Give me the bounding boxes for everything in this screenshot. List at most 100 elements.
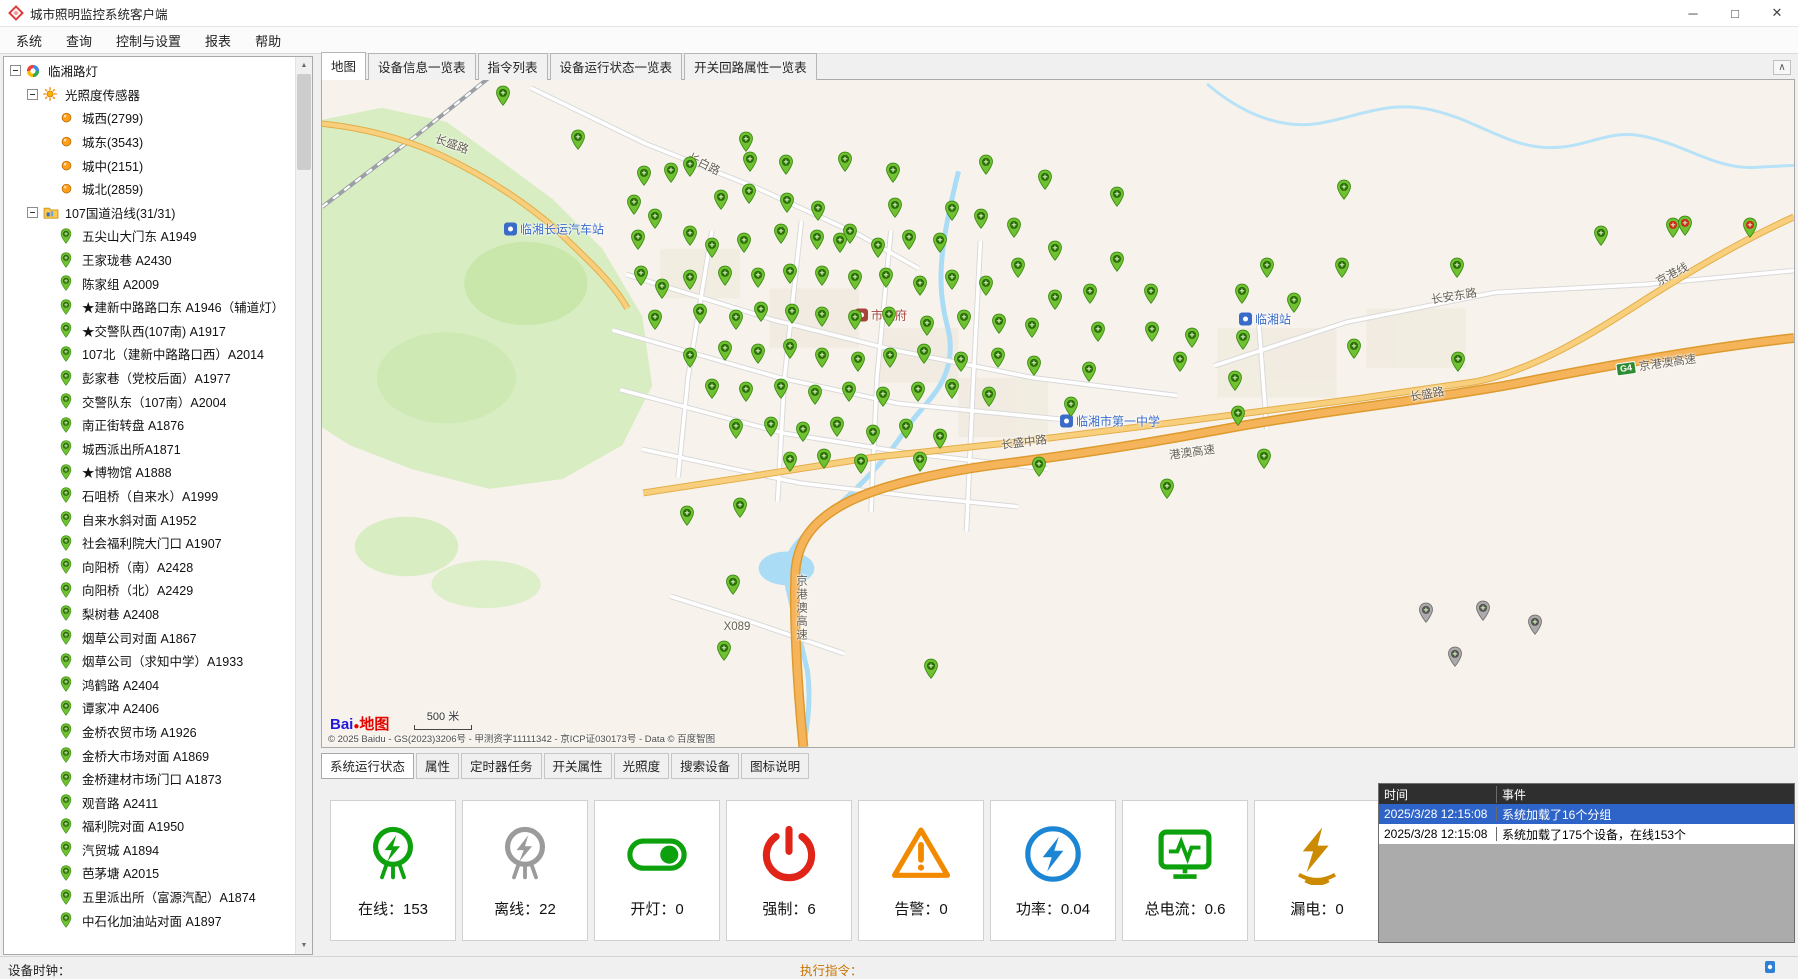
notification-icon[interactable]: [1764, 960, 1776, 974]
device-pin-green[interactable]: [1227, 370, 1243, 391]
device-pin-green[interactable]: [682, 226, 698, 247]
device-pin-green[interactable]: [682, 269, 698, 290]
tab-item[interactable]: 系统运行状态: [321, 753, 414, 779]
device-pin-green[interactable]: [753, 302, 769, 323]
device-pin-green[interactable]: [1090, 321, 1106, 342]
maximize-button[interactable]: □: [1714, 0, 1756, 26]
device-pin-green[interactable]: [990, 348, 1006, 369]
minimize-button[interactable]: ─: [1672, 0, 1714, 26]
device-pin-green[interactable]: [784, 304, 800, 325]
device-pin-green[interactable]: [795, 421, 811, 442]
device-pin-green[interactable]: [916, 344, 932, 365]
device-pin-green[interactable]: [814, 348, 830, 369]
close-button[interactable]: ✕: [1756, 0, 1798, 26]
device-pin-green[interactable]: [570, 129, 586, 150]
device-pin-green[interactable]: [837, 152, 853, 173]
tree-item[interactable]: 107北（建新中路路口西）A2014: [4, 342, 295, 366]
tree-expander-icon[interactable]: [27, 207, 38, 218]
device-pin-green[interactable]: [910, 382, 926, 403]
tab-item[interactable]: 搜索设备: [671, 753, 739, 779]
device-pin-green[interactable]: [1144, 321, 1160, 342]
device-pin-green[interactable]: [736, 232, 752, 253]
tree-item[interactable]: 城西派出所A1871: [4, 437, 295, 461]
tree-item[interactable]: 烟草公司（求知中学）A1933: [4, 649, 295, 673]
device-pin-green[interactable]: [682, 156, 698, 177]
device-pin-green[interactable]: [647, 208, 663, 229]
device-pin-green[interactable]: [901, 229, 917, 250]
device-pin-green[interactable]: [865, 424, 881, 445]
device-pin-green[interactable]: [728, 418, 744, 439]
device-pin-green[interactable]: [630, 229, 646, 250]
scroll-up-icon[interactable]: ▲: [296, 57, 312, 74]
device-pin-green[interactable]: [636, 166, 652, 187]
device-pin-green[interactable]: [981, 386, 997, 407]
device-pin-green[interactable]: [923, 658, 939, 679]
collapse-panel-button[interactable]: ∧: [1773, 60, 1791, 75]
device-pin-green[interactable]: [779, 192, 795, 213]
device-pin-green[interactable]: [1063, 396, 1079, 417]
device-pin-green[interactable]: [1286, 292, 1302, 313]
device-pin-green[interactable]: [810, 200, 826, 221]
device-pin-green[interactable]: [1037, 169, 1053, 190]
tab-item[interactable]: 地图: [321, 52, 366, 80]
menu-item[interactable]: 控制与设置: [104, 27, 193, 53]
tab-item[interactable]: 设备信息一览表: [368, 53, 476, 80]
device-pin-green[interactable]: [841, 382, 857, 403]
device-pin-green[interactable]: [1184, 327, 1200, 348]
device-pin-green[interactable]: [991, 313, 1007, 334]
event-log-row[interactable]: 2025/3/28 12:15:08系统加载了175个设备，在线153个: [1379, 824, 1794, 844]
device-pin-green[interactable]: [978, 154, 994, 175]
device-pin-green[interactable]: [1109, 186, 1125, 207]
device-pin-green[interactable]: [782, 338, 798, 359]
device-pin-gray[interactable]: [1447, 646, 1463, 667]
device-pin-green[interactable]: [1346, 338, 1362, 359]
device-pin-green[interactable]: [1334, 258, 1350, 279]
device-pin-green[interactable]: [932, 232, 948, 253]
device-pin-green[interactable]: [495, 85, 511, 106]
device-pin-green[interactable]: [932, 428, 948, 449]
device-pin-green[interactable]: [713, 189, 729, 210]
device-pin-green[interactable]: [1031, 456, 1047, 477]
tree-item[interactable]: 彭家巷（党校后面）A1977: [4, 366, 295, 390]
device-pin-green[interactable]: [778, 154, 794, 175]
tree-item[interactable]: 光照度传感器: [4, 83, 295, 107]
tree-item[interactable]: 金桥大市场对面 A1869: [4, 743, 295, 767]
tree-scrollbar[interactable]: ▲ ▼: [295, 57, 312, 954]
tree-item[interactable]: 南正街转盘 A1876: [4, 413, 295, 437]
device-pin-green[interactable]: [750, 267, 766, 288]
device-pin-green[interactable]: [1010, 258, 1026, 279]
device-pin-green[interactable]: [732, 497, 748, 518]
tab-item[interactable]: 属性: [416, 753, 459, 779]
device-pin-green[interactable]: [782, 264, 798, 285]
tree-item[interactable]: 城西(2799): [4, 106, 295, 130]
device-pin-green[interactable]: [1082, 283, 1098, 304]
device-pin-green[interactable]: [809, 229, 825, 250]
tree-item[interactable]: 芭茅塘 A2015: [4, 861, 295, 885]
tab-item[interactable]: 定时器任务: [461, 753, 542, 779]
device-pin-green[interactable]: [1006, 218, 1022, 239]
device-pin-green[interactable]: [829, 416, 845, 437]
device-pin-green[interactable]: [850, 352, 866, 373]
tree-item[interactable]: 城东(3543): [4, 130, 295, 154]
device-pin-green[interactable]: [973, 208, 989, 229]
device-pin-green[interactable]: [728, 310, 744, 331]
device-pin-green[interactable]: [912, 275, 928, 296]
tree-item[interactable]: 中石化加油站对面 A1897: [4, 908, 295, 932]
device-pin-green[interactable]: [944, 200, 960, 221]
tree-item[interactable]: 向阳桥（北）A2429: [4, 578, 295, 602]
tree-item[interactable]: 鸿鹤路 A2404: [4, 672, 295, 696]
device-pin-green[interactable]: [816, 448, 832, 469]
tab-item[interactable]: 指令列表: [478, 53, 548, 80]
tree-item[interactable]: ★博物馆 A1888: [4, 460, 295, 484]
device-pin-green[interactable]: [807, 384, 823, 405]
device-pin-green[interactable]: [663, 162, 679, 183]
device-pin-green[interactable]: [1235, 329, 1251, 350]
tree-item[interactable]: 五里派出所（富源汽配）A1874: [4, 885, 295, 909]
device-pin-green[interactable]: [885, 162, 901, 183]
device-pin-green[interactable]: [647, 310, 663, 331]
device-pin-gray[interactable]: [1475, 600, 1491, 621]
device-pin-green[interactable]: [853, 453, 869, 474]
device-pin-green[interactable]: [682, 348, 698, 369]
device-pin-green[interactable]: [887, 197, 903, 218]
tree-item[interactable]: 谭家冲 A2406: [4, 696, 295, 720]
